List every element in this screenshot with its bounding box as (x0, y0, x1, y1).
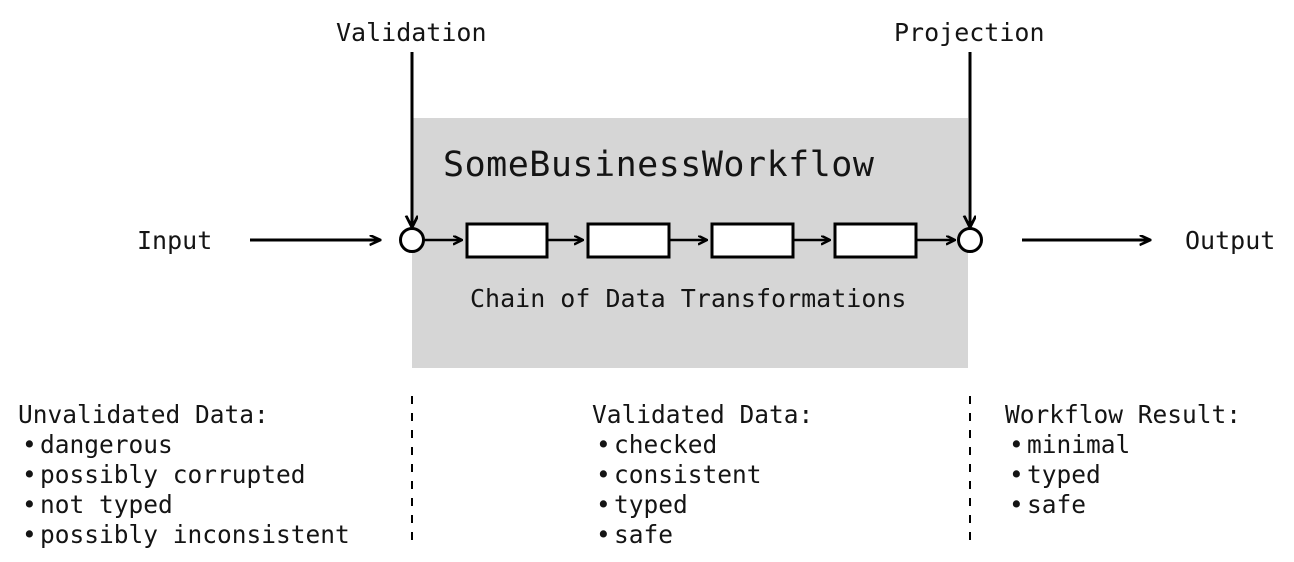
input-label: Input (137, 226, 213, 255)
list-item: • typed (592, 490, 813, 520)
validated-data-list: • checked • consistent • typed • safe (592, 430, 813, 550)
list-item: • typed (1005, 460, 1241, 490)
diagram-canvas: Validation Projection Input Output SomeB… (0, 0, 1294, 562)
list-item-label: not typed (40, 490, 173, 519)
bullet-icon: • (596, 490, 611, 519)
workflow-title: SomeBusinessWorkflow (443, 145, 875, 185)
list-item-label: possibly inconsistent (40, 520, 350, 549)
output-label: Output (1185, 226, 1276, 255)
unvalidated-data-list: • dangerous • possibly corrupted • not type… (18, 430, 350, 550)
list-item-label: consistent (614, 460, 762, 489)
unvalidated-data-heading: Unvalidated Data: (18, 400, 269, 429)
bullet-icon: • (22, 460, 37, 489)
list-item: • possibly corrupted (18, 460, 350, 490)
bullet-icon: • (22, 430, 37, 459)
validation-label: Validation (336, 18, 487, 47)
bullet-icon: • (1009, 430, 1024, 459)
transformation-stage-box-2 (586, 222, 671, 259)
unvalidated-data-column: Unvalidated Data: • dangerous • possibly c… (18, 400, 350, 550)
projection-label: Projection (894, 18, 1045, 47)
bullet-icon: • (22, 490, 37, 519)
transformation-stage-box-3 (710, 222, 795, 259)
validation-junction-node (399, 227, 425, 253)
list-item: • minimal (1005, 430, 1241, 460)
list-item-label: checked (614, 430, 718, 459)
list-item: • possibly inconsistent (18, 520, 350, 550)
bullet-icon: • (22, 520, 37, 549)
list-item: • dangerous (18, 430, 350, 460)
list-item-label: dangerous (40, 430, 173, 459)
list-item-label: minimal (1027, 430, 1131, 459)
transformation-stage-box-1 (465, 222, 549, 259)
workflow-result-heading: Workflow Result: (1005, 400, 1242, 429)
list-item-label: safe (1027, 490, 1087, 519)
list-item: • safe (1005, 490, 1241, 520)
bullet-icon: • (596, 460, 611, 489)
list-item-label: possibly corrupted (40, 460, 306, 489)
projection-junction-node (957, 227, 983, 253)
validated-data-heading: Validated Data: (592, 400, 814, 429)
bullet-icon: • (1009, 490, 1024, 519)
workflow-result-column: Workflow Result: • minimal • typed • safe (1005, 400, 1241, 520)
bullet-icon: • (596, 520, 611, 549)
list-item-label: safe (614, 520, 674, 549)
list-item-label: typed (614, 490, 688, 519)
transformation-stage-box-4 (833, 222, 918, 259)
list-item-label: typed (1027, 460, 1101, 489)
bullet-icon: • (1009, 460, 1024, 489)
list-item: • checked (592, 430, 813, 460)
list-item: • safe (592, 520, 813, 550)
bullet-icon: • (596, 430, 611, 459)
list-item: • consistent (592, 460, 813, 490)
validated-data-column: Validated Data: • checked • consistent • ty… (592, 400, 813, 550)
list-item: • not typed (18, 490, 350, 520)
workflow-result-list: • minimal • typed • safe (1005, 430, 1241, 520)
workflow-subtitle: Chain of Data Transformations (470, 284, 907, 313)
